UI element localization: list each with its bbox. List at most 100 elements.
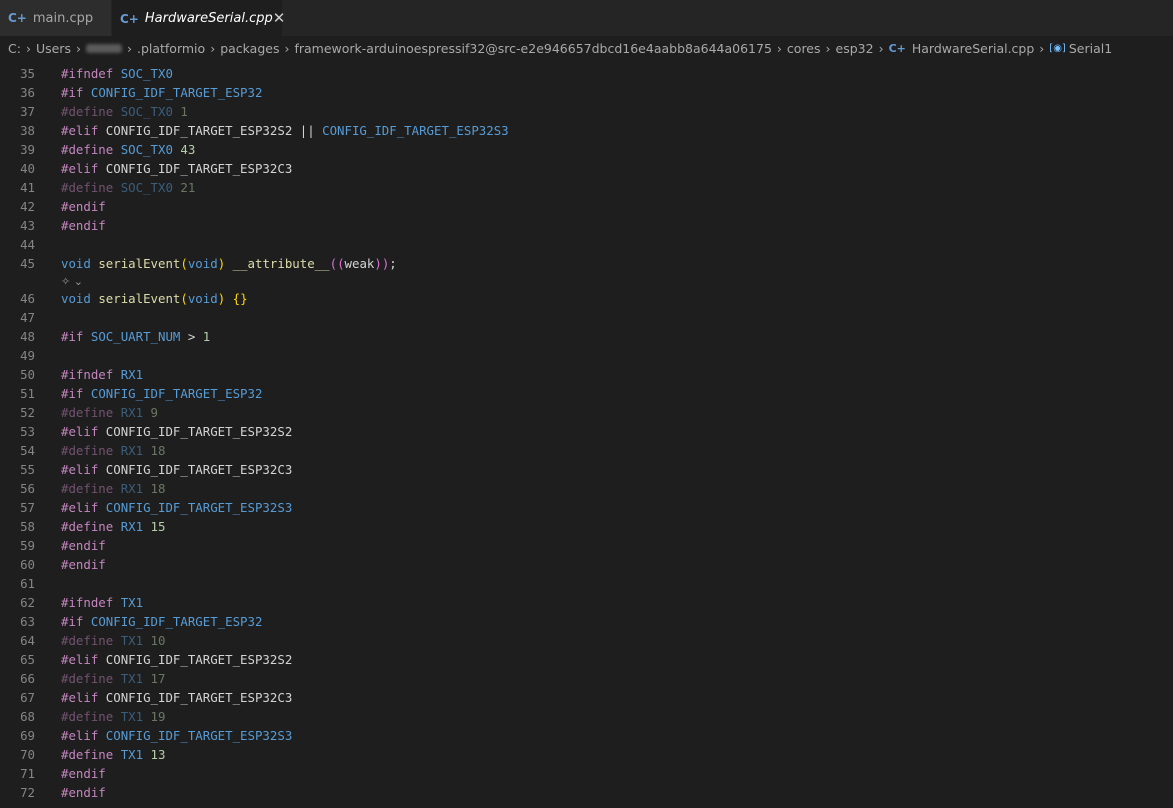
code-token: #elif: [61, 161, 99, 176]
code-text: #elif CONFIG_IDF_TARGET_ESP32S2 || CONFI…: [61, 123, 509, 138]
breadcrumb-item-framework[interactable]: framework-arduinoespressif32@src-e2e9466…: [294, 41, 771, 56]
chevron-right-icon: ›: [825, 41, 831, 56]
code-text: #if SOC_UART_NUM > 1: [61, 329, 210, 344]
code-token: TX1: [120, 747, 144, 762]
cpp-file-icon: C+: [8, 11, 27, 25]
code-token: 18: [150, 443, 166, 458]
editor-tab-bar: C+ main.cpp C+ HardwareSerial.cpp ✕: [0, 0, 1173, 37]
tab-hardwareserial-cpp[interactable]: C+ HardwareSerial.cpp ✕: [112, 0, 286, 36]
line-number: 35: [20, 66, 35, 81]
code-token: SOC_TX0: [120, 180, 173, 195]
code-line: 68 #define TX1 19: [0, 707, 1173, 726]
code-token: RX1: [120, 519, 144, 534]
code-line: 46 void serialEvent(void) {}: [0, 289, 1173, 308]
code-token: ;: [389, 256, 397, 271]
line-number: 54: [20, 443, 35, 458]
code-text: #define RX1 18: [61, 443, 165, 458]
code-token: 43: [180, 142, 196, 157]
code-text: #if CONFIG_IDF_TARGET_ESP32: [61, 386, 262, 401]
line-number: 43: [20, 218, 35, 233]
code-token: 19: [150, 709, 166, 724]
code-line: 55 #elif CONFIG_IDF_TARGET_ESP32C3: [0, 460, 1173, 479]
code-token: CONFIG_IDF_TARGET_ESP32: [90, 85, 263, 100]
code-line: 56 #define RX1 18: [0, 479, 1173, 498]
code-token: #define: [61, 633, 114, 648]
code-token: RX1: [120, 443, 144, 458]
code-line: 40 #elif CONFIG_IDF_TARGET_ESP32C3: [0, 159, 1173, 178]
code-token: 1: [202, 329, 211, 344]
line-number: 72: [20, 785, 35, 800]
code-token: void: [187, 256, 218, 271]
cpp-file-icon: C+: [120, 11, 139, 26]
code-token: 15: [150, 519, 166, 534]
code-line: 41 #define SOC_TX0 21: [0, 178, 1173, 197]
chevron-right-icon: ›: [25, 41, 31, 56]
breadcrumb-item-users[interactable]: Users: [36, 41, 71, 56]
line-number: 56: [20, 481, 35, 496]
code-line: 71 #endif: [0, 764, 1173, 783]
code-token: #define: [61, 180, 114, 195]
redacted-username: [85, 44, 122, 53]
chevron-right-icon: ›: [1039, 41, 1045, 56]
code-line: 61: [0, 574, 1173, 593]
line-number: 57: [20, 500, 35, 515]
breadcrumb-item-esp32[interactable]: esp32: [836, 41, 874, 56]
code-token: #if: [61, 614, 84, 629]
line-number: 46: [20, 291, 35, 306]
breadcrumb: C: › Users › › .platformio › packages › …: [0, 37, 1173, 60]
breadcrumb-item-file[interactable]: HardwareSerial.cpp: [912, 41, 1034, 56]
breadcrumb-item-drive[interactable]: C:: [8, 41, 21, 56]
code-token: #endif: [61, 557, 106, 572]
code-editor[interactable]: 35 #ifndef SOC_TX0 36 #if CONFIG_IDF_TARGET…: [0, 60, 1173, 802]
code-token: #endif: [61, 766, 106, 781]
code-text: #endif: [61, 199, 106, 214]
code-token: (: [180, 291, 188, 306]
code-text: #define TX1 19: [61, 709, 165, 724]
tab-main-cpp[interactable]: C+ main.cpp: [0, 0, 112, 36]
code-token: 21: [180, 180, 196, 195]
line-number: 71: [20, 766, 35, 781]
code-token: CONFIG_IDF_TARGET_ESP32: [90, 386, 263, 401]
code-token: RX1: [120, 405, 144, 420]
code-token: #ifndef: [61, 66, 114, 81]
code-line: 70 #define TX1 13: [0, 745, 1173, 764]
code-line: 67 #elif CONFIG_IDF_TARGET_ESP32C3: [0, 688, 1173, 707]
code-line: 63 #if CONFIG_IDF_TARGET_ESP32: [0, 612, 1173, 631]
code-text: #elif CONFIG_IDF_TARGET_ESP32C3: [61, 161, 292, 176]
breadcrumb-item-symbol[interactable]: Serial1: [1069, 41, 1112, 56]
close-icon[interactable]: ✕: [273, 11, 286, 26]
breadcrumb-item-platformio[interactable]: .platformio: [137, 41, 205, 56]
line-number: 70: [20, 747, 35, 762]
breadcrumb-item-packages[interactable]: packages: [220, 41, 279, 56]
code-token: serialEvent: [98, 291, 181, 306]
code-token: 1: [180, 104, 188, 119]
code-token: void: [61, 256, 91, 271]
breadcrumb-item-cores[interactable]: cores: [787, 41, 821, 56]
codelens-copilot-icon[interactable]: ✧ ⌄: [0, 273, 1173, 289]
code-line: 65 #elif CONFIG_IDF_TARGET_ESP32S2: [0, 650, 1173, 669]
code-token: #elif: [61, 462, 99, 477]
code-line: 54 #define RX1 18: [0, 441, 1173, 460]
code-token: #elif: [61, 652, 99, 667]
line-number: 63: [20, 614, 35, 629]
code-line: 57 #elif CONFIG_IDF_TARGET_ESP32S3: [0, 498, 1173, 517]
code-token: #define: [61, 481, 114, 496]
tab-label: main.cpp: [32, 10, 94, 26]
line-number: 49: [20, 348, 35, 363]
